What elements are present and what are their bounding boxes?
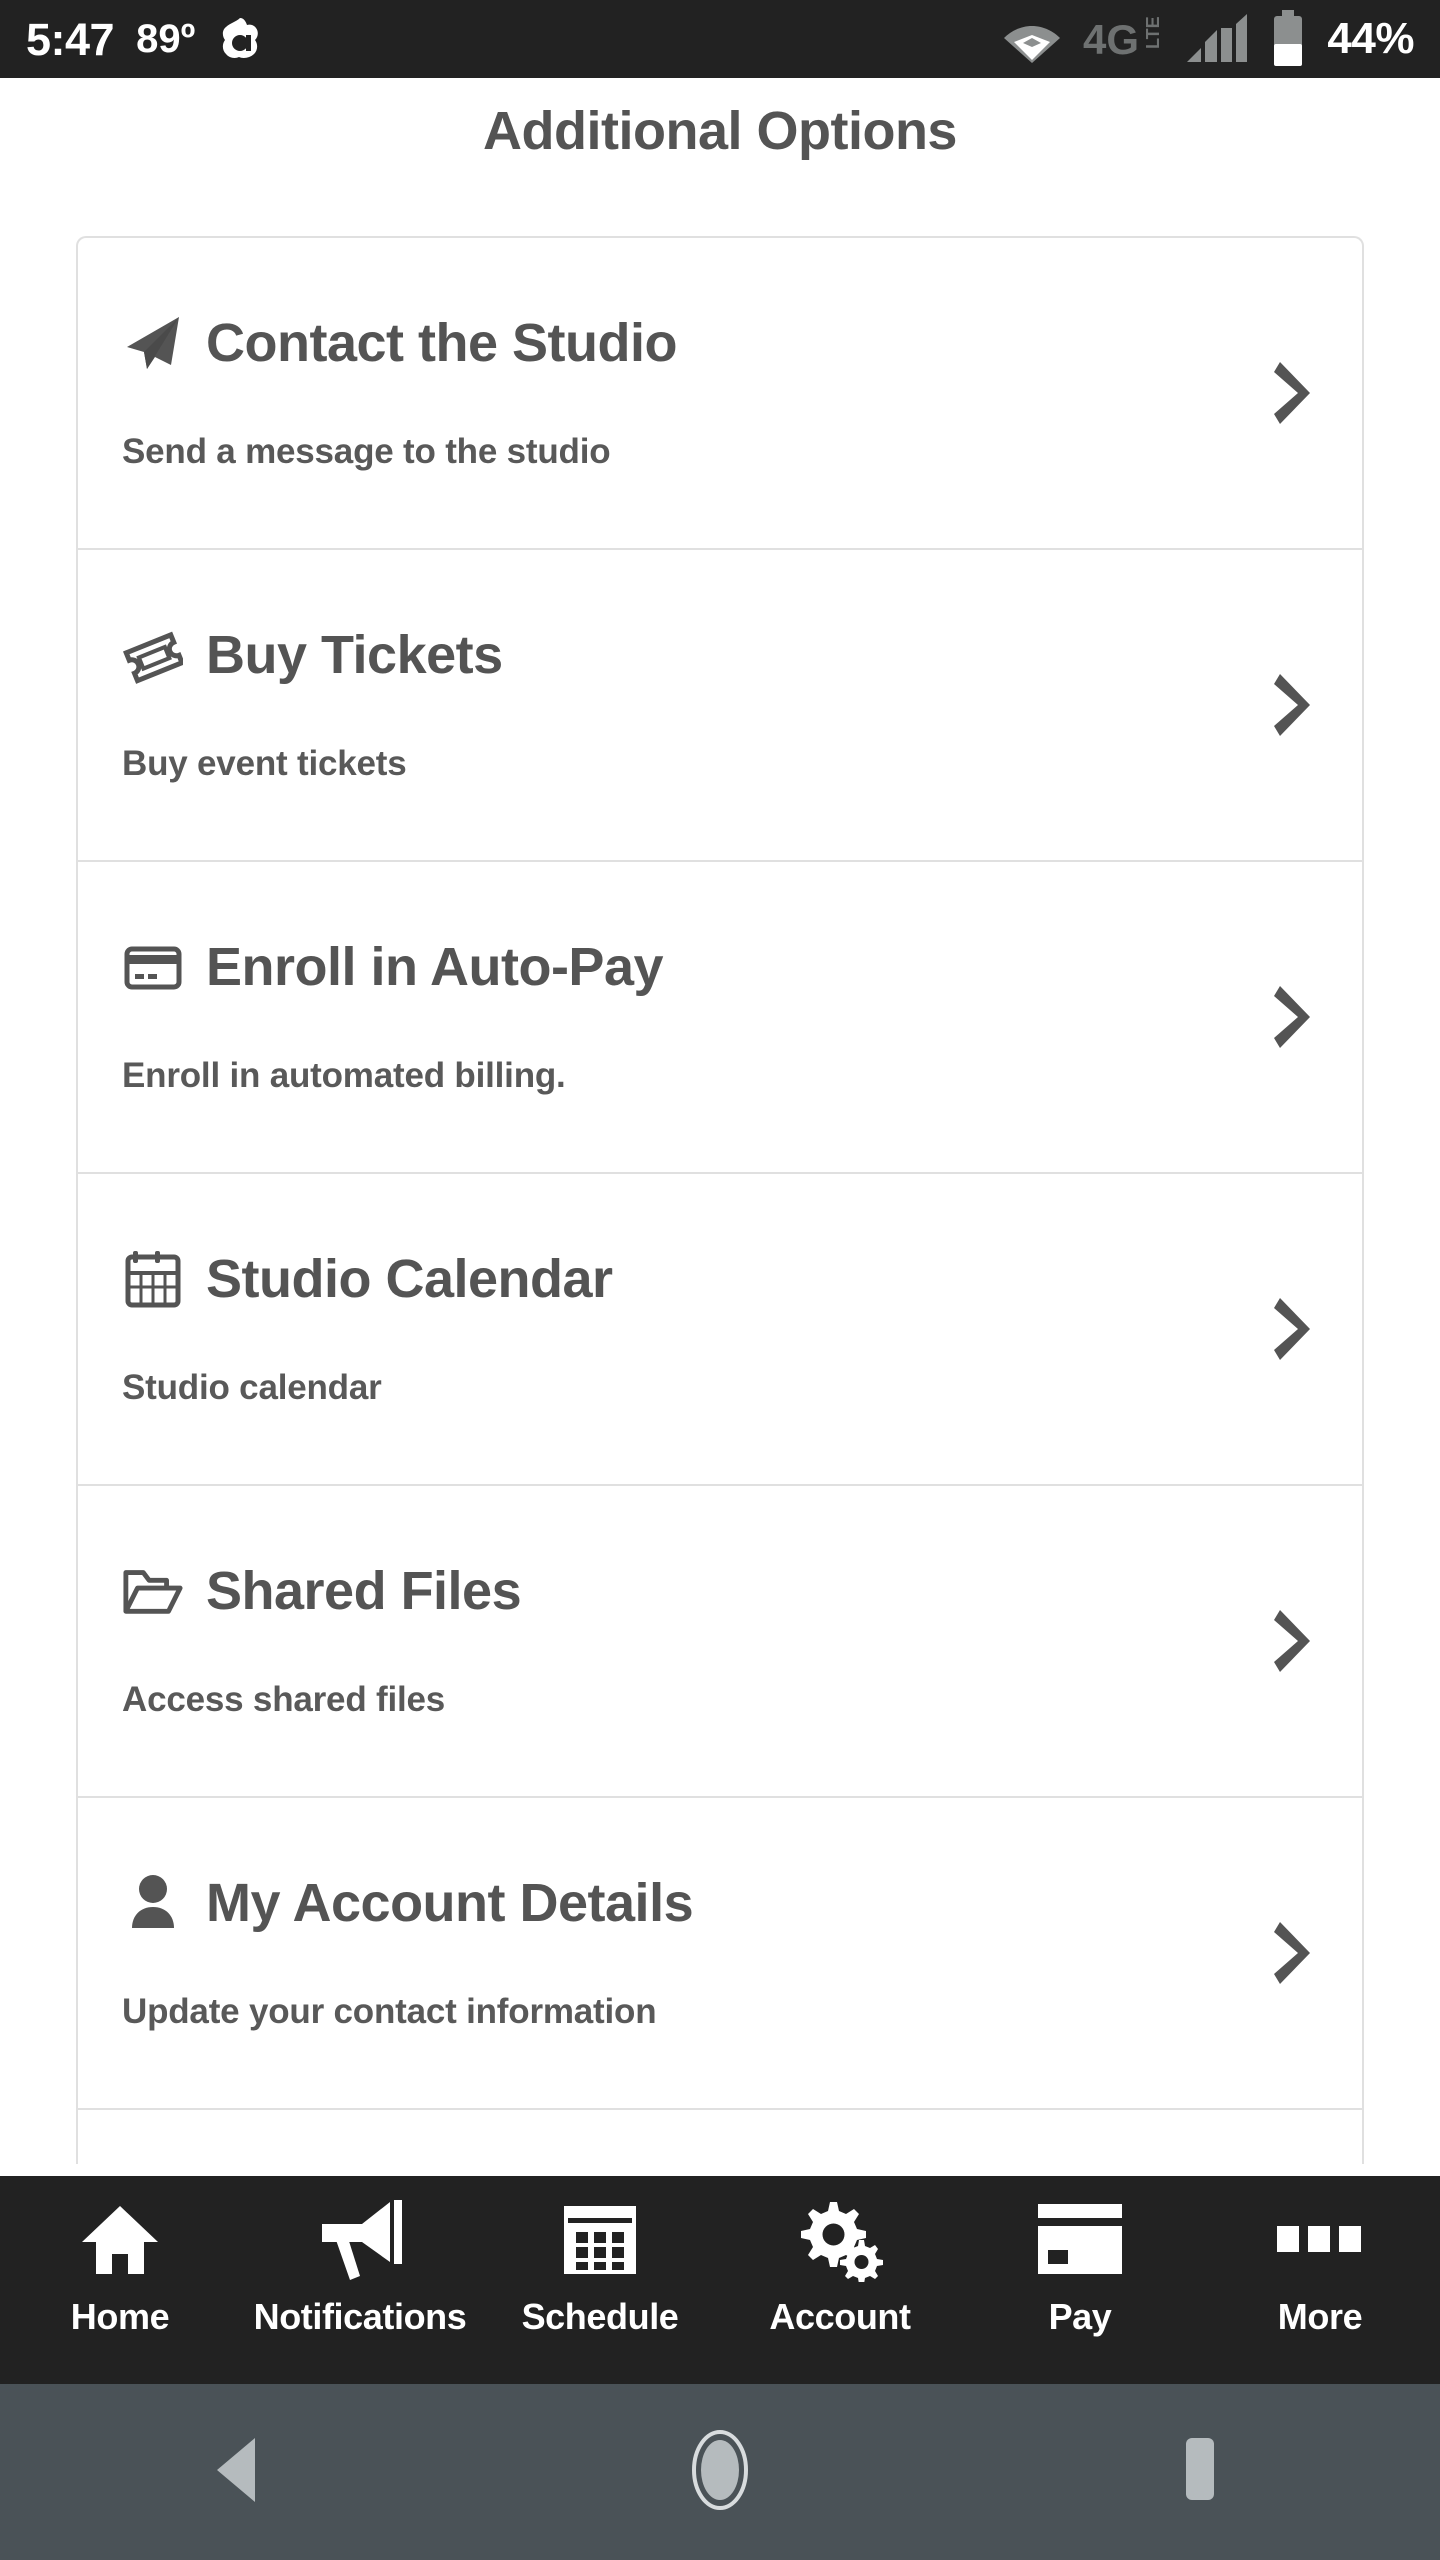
list-item-my-account-details[interactable]: My Account Details Update your contact i… bbox=[78, 1798, 1362, 2110]
tab-home[interactable]: Home bbox=[0, 2176, 240, 2384]
chevron-right-icon[interactable] bbox=[1272, 1294, 1316, 1364]
page-title: Additional Options bbox=[483, 101, 957, 161]
calendar-icon bbox=[122, 1248, 184, 1310]
list-item-title: Shared Files bbox=[206, 1561, 522, 1621]
open-folder-icon bbox=[122, 1560, 184, 1622]
list-item-title: Buy Tickets bbox=[206, 625, 503, 685]
status-bar-right: 4G LTE 44% bbox=[1001, 10, 1414, 68]
tab-account[interactable]: Account bbox=[720, 2176, 960, 2384]
cellular-signal-icon bbox=[1185, 12, 1249, 66]
list-item-enroll-in-auto-pay[interactable]: Enroll in Auto-Pay Enroll in automated b… bbox=[78, 862, 1362, 1174]
list-item-subtitle: Studio calendar bbox=[122, 1368, 382, 1407]
wifi-icon bbox=[1001, 14, 1063, 64]
bottom-tab-bar: Home Notifications Schedule Account Pay … bbox=[0, 2176, 1440, 2384]
tab-pay[interactable]: Pay bbox=[960, 2176, 1200, 2384]
calendar-grid-icon bbox=[560, 2192, 640, 2288]
list-item-header: My Account Details bbox=[122, 1798, 1318, 1934]
list-item-title: Studio Calendar bbox=[206, 1249, 613, 1309]
chevron-right-icon[interactable] bbox=[1272, 358, 1316, 428]
status-bar-clock: 5:47 bbox=[26, 13, 115, 65]
list-item-title: Contact the Studio bbox=[206, 313, 677, 373]
list-item-contact-the-studio[interactable]: Contact the Studio Send a message to the… bbox=[78, 238, 1362, 550]
list-item-header: Studio Calendar bbox=[122, 1174, 1318, 1310]
status-bar-left: 5:47 89º bbox=[26, 16, 263, 62]
back-button[interactable] bbox=[0, 2434, 480, 2511]
megaphone-icon bbox=[314, 2192, 406, 2288]
home-icon bbox=[78, 2192, 162, 2288]
list-item-shared-files[interactable]: Shared Files Access shared files bbox=[78, 1486, 1362, 1798]
home-button[interactable] bbox=[480, 2428, 960, 2517]
credit-card-icon bbox=[1032, 2192, 1128, 2288]
list-item-studio-calendar[interactable]: Studio Calendar Studio calendar bbox=[78, 1174, 1362, 1486]
back-triangle-icon bbox=[209, 2434, 271, 2511]
network-type-icon: 4G LTE bbox=[1083, 14, 1165, 64]
tab-label: Home bbox=[70, 2296, 170, 2337]
android-navigation-bar bbox=[0, 2384, 1440, 2560]
list-item-partial[interactable] bbox=[78, 2110, 1362, 2164]
three-squares-icon bbox=[1275, 2192, 1365, 2288]
battery-icon bbox=[1269, 10, 1307, 68]
battery-percent-label: 44% bbox=[1327, 14, 1414, 63]
list-item-title: Enroll in Auto-Pay bbox=[206, 937, 664, 997]
home-circle-icon bbox=[678, 2428, 762, 2517]
weather-app-icon bbox=[217, 16, 263, 62]
list-item-subtitle: Update your contact information bbox=[122, 1992, 657, 2031]
status-bar[interactable]: 5:47 89º 4G LTE 44% bbox=[0, 0, 1440, 78]
status-bar-temperature: 89º bbox=[136, 17, 196, 61]
list-item-header: Contact the Studio bbox=[122, 238, 1318, 374]
recents-button[interactable] bbox=[960, 2434, 1440, 2511]
list-item-header: Enroll in Auto-Pay bbox=[122, 862, 1318, 998]
additional-options-list: Contact the Studio Send a message to the… bbox=[76, 236, 1364, 2164]
recents-square-icon bbox=[1178, 2434, 1222, 2511]
credit-card-icon bbox=[122, 936, 184, 998]
ticket-icon bbox=[122, 624, 184, 686]
tab-label: Schedule bbox=[521, 2296, 679, 2337]
list-item-subtitle: Send a message to the studio bbox=[122, 432, 611, 471]
person-icon bbox=[122, 1872, 184, 1934]
tab-label: Account bbox=[769, 2296, 911, 2337]
tab-label: More bbox=[1277, 2296, 1363, 2337]
list-item-subtitle: Buy event tickets bbox=[122, 744, 407, 783]
list-item-buy-tickets[interactable]: Buy Tickets Buy event tickets bbox=[78, 550, 1362, 862]
chevron-right-icon[interactable] bbox=[1272, 982, 1316, 1052]
list-item-title: My Account Details bbox=[206, 1873, 694, 1933]
chevron-right-icon[interactable] bbox=[1272, 1606, 1316, 1676]
list-item-header: Buy Tickets bbox=[122, 550, 1318, 686]
chevron-right-icon[interactable] bbox=[1272, 1918, 1316, 1988]
tab-more[interactable]: More bbox=[1200, 2176, 1440, 2384]
gears-icon bbox=[796, 2192, 884, 2288]
tab-label: Pay bbox=[1048, 2296, 1112, 2337]
chevron-right-icon[interactable] bbox=[1272, 670, 1316, 740]
paper-plane-icon bbox=[122, 312, 184, 374]
list-item-subtitle: Enroll in automated billing. bbox=[122, 1056, 566, 1095]
list-item-header: Shared Files bbox=[122, 1486, 1318, 1622]
svg-text:4G: 4G bbox=[1083, 16, 1139, 63]
tab-label: Notifications bbox=[253, 2296, 467, 2337]
list-item-subtitle: Access shared files bbox=[122, 1680, 446, 1719]
tab-schedule[interactable]: Schedule bbox=[480, 2176, 720, 2384]
svg-text:LTE: LTE bbox=[1143, 16, 1163, 49]
tab-notifications[interactable]: Notifications bbox=[240, 2176, 480, 2384]
